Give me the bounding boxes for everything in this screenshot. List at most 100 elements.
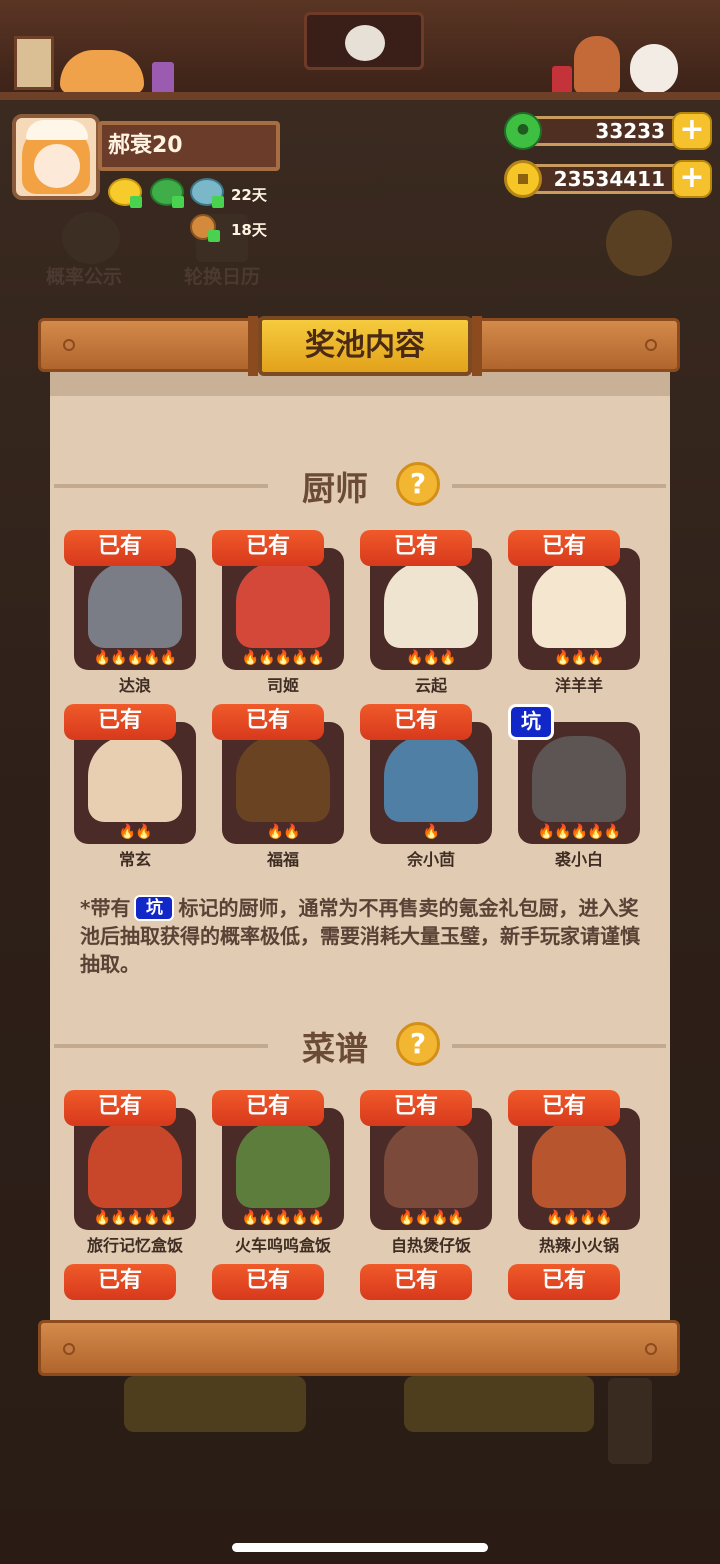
home-indicator[interactable] (232, 1543, 488, 1552)
chef-girl-icon (574, 36, 620, 94)
shelf (0, 92, 720, 100)
chef-art-icon (236, 736, 330, 822)
recipe-name: 旅行记忆盒饭 (86, 1236, 183, 1255)
rarity-flames-icon: 🔥🔥 (118, 824, 153, 840)
chef-name: 云起 (414, 676, 447, 695)
rarity-flames-icon: 🔥🔥🔥🔥 (546, 1210, 613, 1226)
owned-badge: 已有 (360, 1264, 472, 1300)
recipe-card[interactable]: 🔥🔥🔥🔥🔥 火车呜呜盒饭 已有 (212, 1090, 348, 1258)
chef-help-button[interactable]: ? (396, 462, 440, 506)
chef-name: 佘小茴 (406, 850, 455, 869)
grandma-face-icon (345, 25, 385, 61)
chef-portrait: 🔥🔥 (222, 722, 344, 844)
recipe-help-button[interactable]: ? (396, 1022, 440, 1066)
scroll-bottom-rod (38, 1320, 680, 1376)
chef-card[interactable]: 🔥 佘小茴 已有 (360, 704, 496, 872)
recipe-section-header: 菜谱 ? (50, 1022, 670, 1068)
chef-card[interactable]: 🔥🔥 福福 已有 (212, 704, 348, 872)
chef-name: 福福 (266, 850, 299, 869)
owned-badge: 已有 (64, 704, 176, 740)
paw-frame-icon (14, 36, 54, 90)
add-gold-button[interactable]: + (672, 160, 712, 198)
exit-button (606, 210, 672, 276)
recipe-name: 自热煲仔饭 (390, 1236, 471, 1255)
chef-name: 常玄 (118, 850, 151, 869)
chef-portrait: 🔥🔥🔥 (518, 548, 640, 670)
chef-art-icon (384, 736, 478, 822)
chef-portrait: 🔥🔥🔥🔥🔥 (222, 548, 344, 670)
white-cat-icon (630, 44, 678, 94)
recipe-portrait: 🔥🔥🔥🔥🔥 (222, 1108, 344, 1230)
player-avatar[interactable] (12, 114, 100, 200)
owned-badge: 已有 (360, 704, 472, 740)
rarity-flames-icon: 🔥🔥 (266, 824, 301, 840)
rarity-flames-icon: 🔥🔥🔥🔥🔥 (537, 824, 621, 840)
chef-portrait: 🔥 (370, 722, 492, 844)
rarity-flames-icon: 🔥🔥🔥🔥🔥 (241, 1210, 325, 1226)
rarity-flames-icon: 🔥🔥🔥🔥🔥 (241, 650, 325, 666)
chef-card[interactable]: 🔥🔥 常玄 已有 (64, 704, 200, 872)
recipe-art-icon (236, 1122, 330, 1208)
owned-badge: 已有 (508, 530, 620, 566)
chef-portrait: 🔥🔥 (74, 722, 196, 844)
chef-art-icon (236, 562, 330, 648)
owned-badge: 已有 (64, 1090, 176, 1126)
rarity-flames-icon: 🔥🔥🔥🔥🔥 (93, 650, 177, 666)
recipe-portrait: 🔥🔥🔥🔥 (518, 1108, 640, 1230)
chef-art-icon (88, 562, 182, 648)
recipe-card[interactable]: 已有 (64, 1264, 200, 1322)
recipe-art-icon (88, 1122, 182, 1208)
recipe-card[interactable]: 🔥🔥🔥🔥 自热煲仔饭 已有 (360, 1090, 496, 1258)
owned-badge: 已有 (360, 530, 472, 566)
top-decor-bar (0, 0, 720, 100)
chef-card[interactable]: 🔥🔥🔥🔥🔥 裘小白 坑 (508, 704, 644, 872)
chef-name: 裘小白 (554, 850, 603, 869)
gold-currency: 23534411 + (504, 160, 712, 198)
recipe-name: 热辣小火锅 (538, 1236, 619, 1255)
modal-title: 奖池内容 (248, 316, 482, 376)
recipe-card[interactable]: 🔥🔥🔥🔥🔥 旅行记忆盒饭 已有 (64, 1090, 200, 1258)
rarity-flames-icon: 🔥 (422, 824, 440, 840)
calendar-label: 轮换日历 (184, 266, 261, 288)
discount-tag-bg (608, 1378, 652, 1464)
rarity-flames-icon: 🔥🔥🔥🔥 (398, 1210, 465, 1226)
jar-icon (552, 66, 572, 94)
buff-days-remaining: 18天 (231, 221, 267, 239)
recipe-art-icon (384, 1122, 478, 1208)
recipe-card[interactable]: 已有 (360, 1264, 496, 1322)
chef-art-icon (384, 562, 478, 648)
up-arrow-icon (172, 196, 184, 208)
rarity-flames-icon: 🔥🔥🔥 (554, 650, 604, 666)
pit-note: *带有坑标记的厨师，通常为不再售卖的氪金礼包厨，进入奖池后抽取获得的概率极低，需… (80, 895, 640, 976)
bottom-strip (0, 1508, 720, 1564)
jade-currency: 33233 + (504, 112, 712, 150)
recipe-card[interactable]: 已有 (508, 1264, 644, 1322)
rarity-flames-icon: 🔥🔥🔥 (406, 650, 456, 666)
chef-card[interactable]: 🔥🔥🔥🔥🔥 达浪 已有 (64, 530, 200, 698)
gold-coin-icon (504, 160, 542, 198)
recipe-card[interactable]: 已有 (212, 1264, 348, 1322)
owned-badge: 已有 (508, 1090, 620, 1126)
recipe-card[interactable]: 🔥🔥🔥🔥 热辣小火锅 已有 (508, 1090, 644, 1258)
prize-pool-panel[interactable]: 厨师 ? 🔥🔥🔥🔥🔥 达浪 已有 🔥🔥🔥🔥🔥 司姬 已有 🔥🔥🔥 云起 已有 🔥🔥🔥 洋羊羊 已有 🔥🔥… (50, 372, 670, 1322)
jade-icon (504, 112, 542, 150)
chef-art-icon (88, 736, 182, 822)
chef-card[interactable]: 🔥🔥🔥🔥🔥 司姬 已有 (212, 530, 348, 698)
recipe-portrait: 🔥🔥🔥🔥 (370, 1108, 492, 1230)
chef-card[interactable]: 🔥🔥🔥 云起 已有 (360, 530, 496, 698)
owned-badge: 已有 (212, 530, 324, 566)
owned-badge: 已有 (212, 1264, 324, 1300)
chef-card[interactable]: 🔥🔥🔥 洋羊羊 已有 (508, 530, 644, 698)
percent-gear-icon (62, 212, 120, 264)
owned-badge: 已有 (360, 1090, 472, 1126)
recipe-portrait: 🔥🔥🔥🔥🔥 (74, 1108, 196, 1230)
owned-badge: 已有 (64, 1264, 176, 1300)
up-arrow-icon (208, 230, 220, 242)
add-jade-button[interactable]: + (672, 112, 712, 150)
jar-icon (152, 62, 174, 94)
chef-name: 达浪 (118, 676, 151, 695)
chef-name: 洋羊羊 (554, 676, 603, 695)
gold-amount: 23534411 (520, 164, 690, 194)
recipe-name: 火车呜呜盒饭 (234, 1236, 331, 1255)
recipe-section-title: 菜谱 (302, 1029, 368, 1068)
